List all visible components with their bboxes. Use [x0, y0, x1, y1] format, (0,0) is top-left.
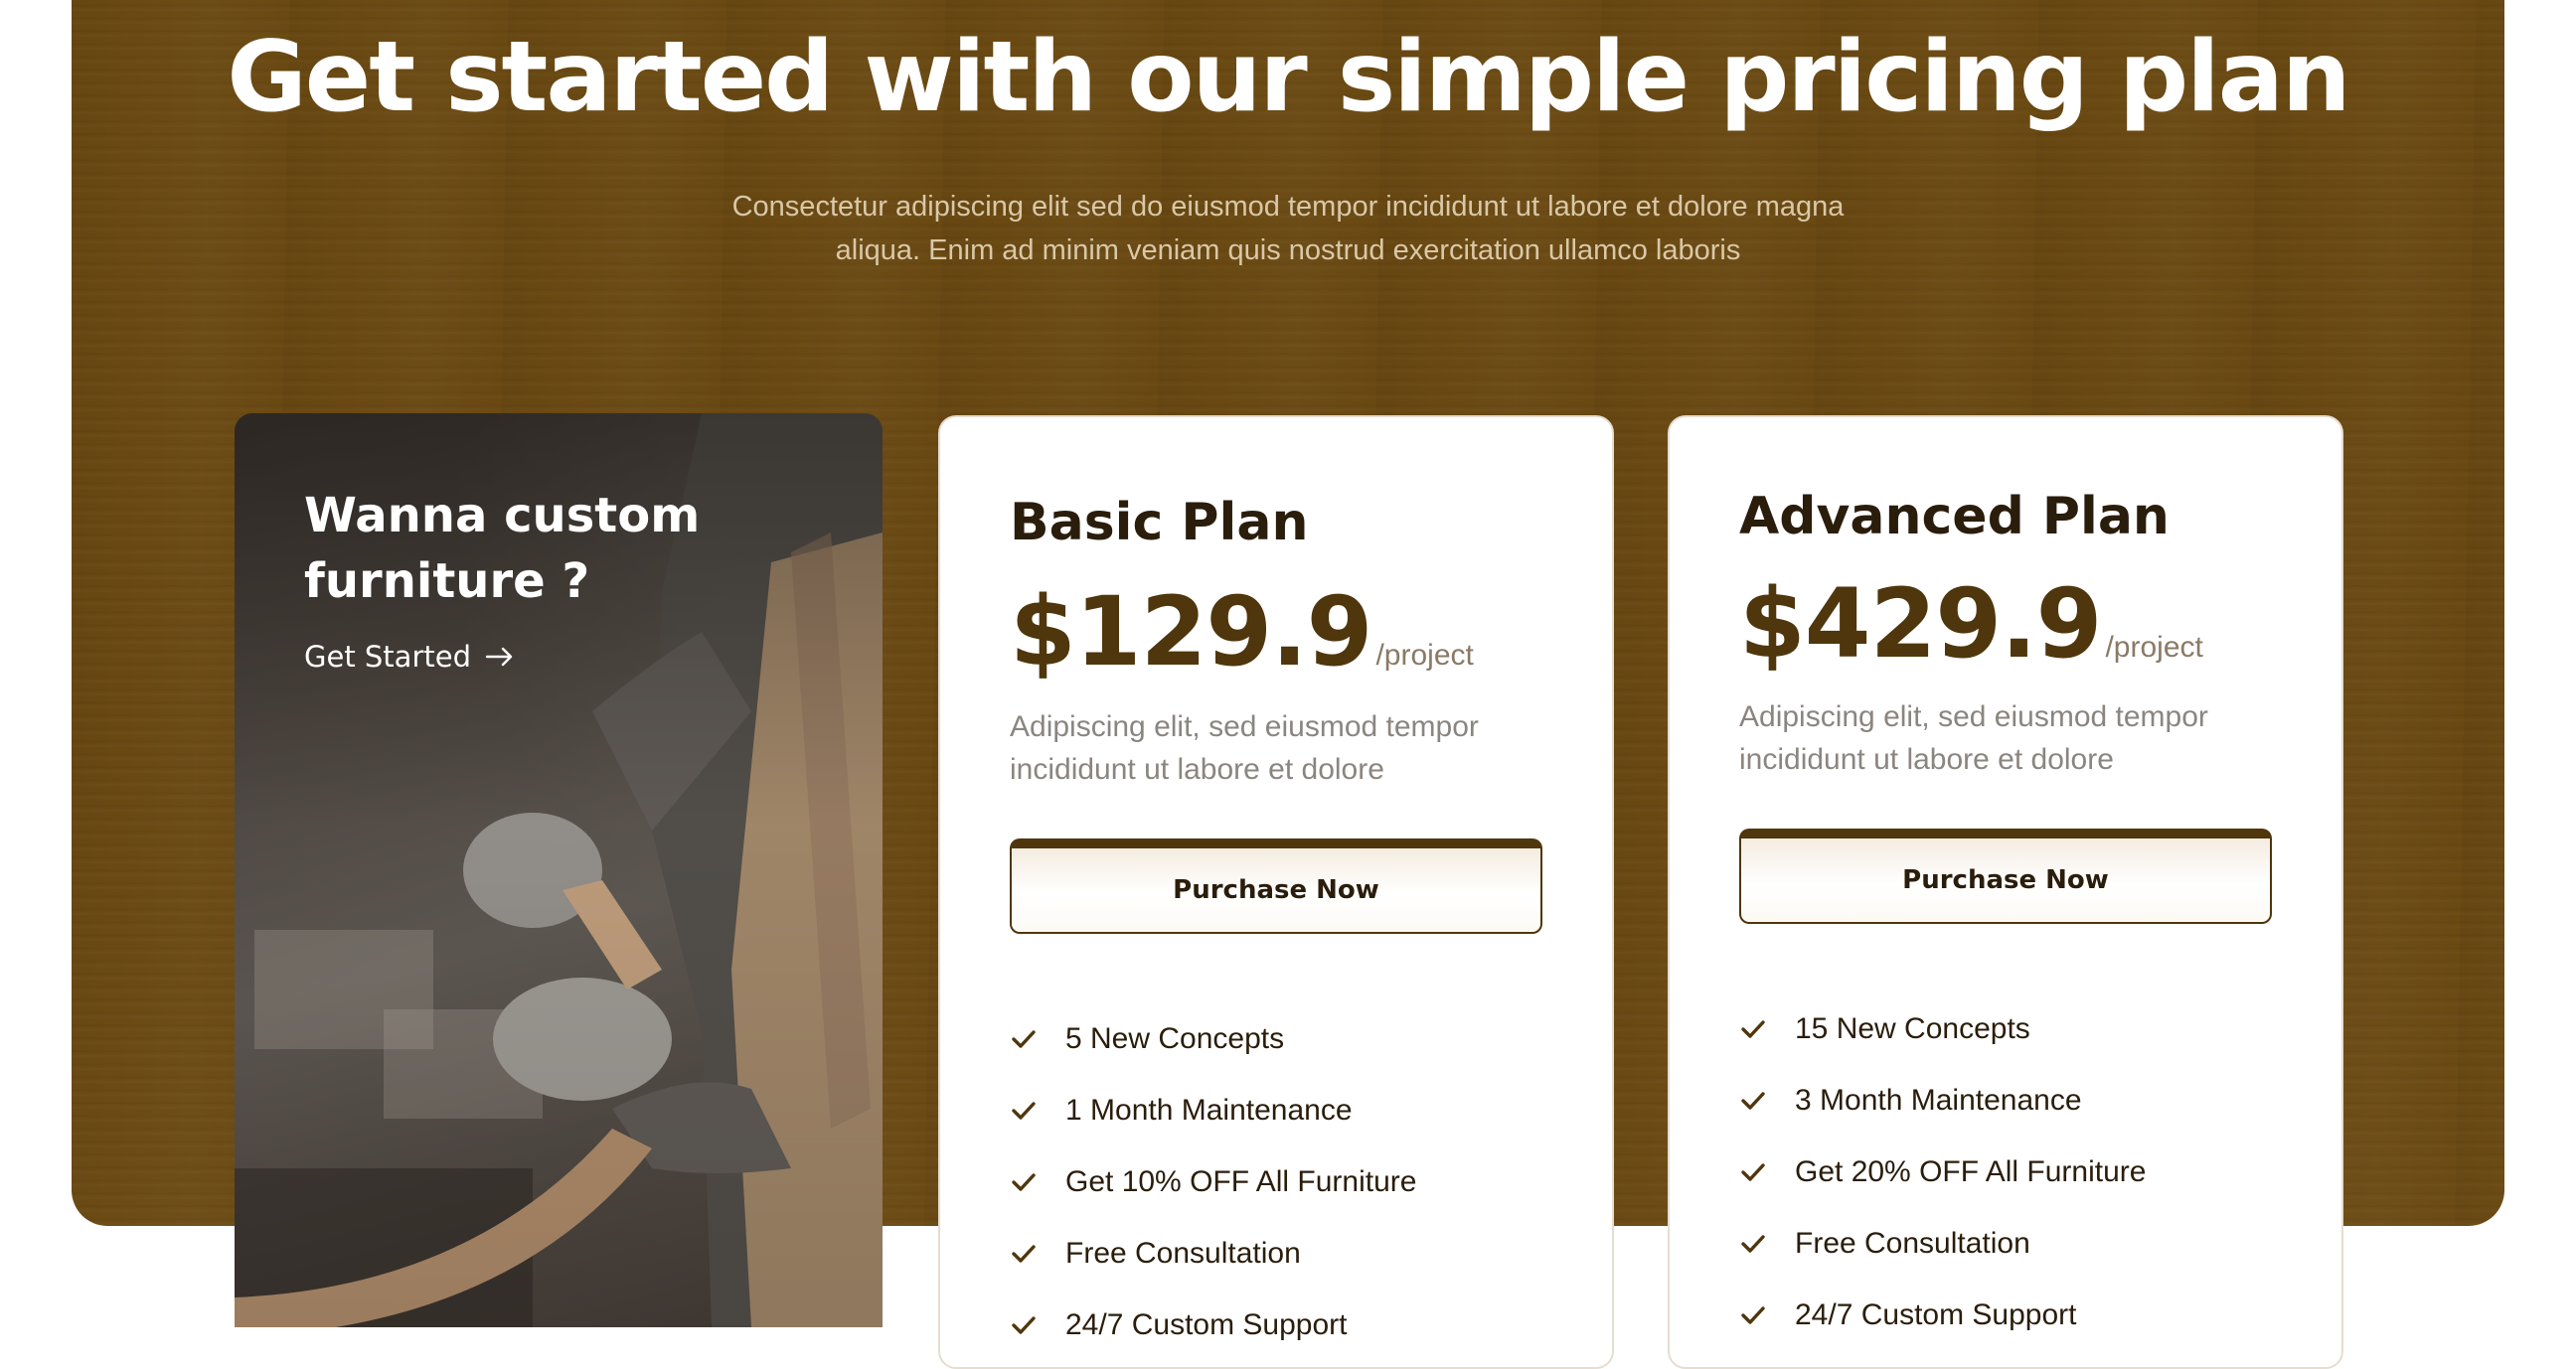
feature-list: 5 New Concepts 1 Month Maintenance Get 1…	[1010, 1003, 1416, 1361]
promo-title-line-1: Wanna custom	[304, 488, 701, 543]
feature-label: 3 Month Maintenance	[1795, 1084, 2082, 1117]
check-icon	[1741, 1163, 1765, 1181]
get-started-label: Get Started	[304, 640, 471, 674]
promo-title: Wanna custom furniture ?	[304, 483, 781, 614]
plan-description-line-2: incididunt ut labore et dolore	[1739, 743, 2114, 776]
section-subtitle: Consectetur adipiscing elit sed do eiusm…	[668, 185, 1908, 272]
feature-label: 24/7 Custom Support	[1795, 1298, 2077, 1331]
page-title: Get started with our simple pricing plan	[227, 21, 2350, 134]
feature-label: 1 Month Maintenance	[1065, 1094, 1353, 1127]
check-icon	[1012, 1316, 1036, 1334]
feature-item: Get 20% OFF All Furniture	[1739, 1137, 2146, 1208]
plan-description-line-1: Adipiscing elit, sed eiusmod tempor	[1010, 710, 1479, 743]
feature-label: Get 20% OFF All Furniture	[1795, 1155, 2147, 1188]
feature-item: 5 New Concepts	[1010, 1003, 1416, 1075]
feature-item: Free Consultation	[1739, 1208, 2146, 1280]
plan-name: Basic Plan	[1010, 493, 1309, 552]
purchase-now-button[interactable]: Purchase Now	[1010, 838, 1542, 934]
arrow-right-icon	[485, 647, 513, 667]
pricing-card-advanced: Advanced Plan $429.9 /project Adipiscing…	[1668, 415, 2343, 1369]
feature-label: Free Consultation	[1795, 1227, 2030, 1260]
plan-name: Advanced Plan	[1739, 487, 2170, 546]
price-unit: /project	[1375, 639, 1474, 672]
feature-item: 3 Month Maintenance	[1739, 1065, 2146, 1137]
plan-description: Adipiscing elit, sed eiusmod tempor inci…	[1010, 705, 1566, 791]
feature-item: 24/7 Custom Support	[1739, 1280, 2146, 1351]
feature-item: 24/7 Custom Support	[1010, 1290, 1416, 1361]
feature-label: 5 New Concepts	[1065, 1022, 1285, 1055]
price-row: $429.9 /project	[1739, 566, 2203, 682]
feature-label: Get 10% OFF All Furniture	[1065, 1165, 1417, 1198]
purchase-now-button[interactable]: Purchase Now	[1739, 829, 2272, 924]
plan-price: $429.9	[1739, 568, 2102, 680]
plan-description-line-2: incididunt ut labore et dolore	[1010, 753, 1384, 786]
feature-item: 15 New Concepts	[1739, 993, 2146, 1065]
feature-list: 15 New Concepts 3 Month Maintenance Get …	[1739, 993, 2146, 1351]
subtitle-line-2: aliqua. Enim ad minim veniam quis nostru…	[835, 234, 1741, 266]
check-icon	[1012, 1245, 1036, 1263]
plan-price: $129.9	[1010, 576, 1372, 687]
promo-title-line-2: furniture ?	[304, 553, 590, 609]
check-icon	[1741, 1020, 1765, 1038]
subtitle-line-1: Consectetur adipiscing elit sed do eiusm…	[731, 191, 1845, 223]
feature-label: Free Consultation	[1065, 1237, 1301, 1270]
price-row: $129.9 /project	[1010, 574, 1474, 689]
feature-item: 1 Month Maintenance	[1010, 1075, 1416, 1146]
feature-label: 15 New Concepts	[1795, 1012, 2030, 1045]
feature-item: Get 10% OFF All Furniture	[1010, 1146, 1416, 1218]
check-icon	[1012, 1173, 1036, 1191]
feature-item: Free Consultation	[1010, 1218, 1416, 1290]
check-icon	[1012, 1030, 1036, 1048]
check-icon	[1741, 1306, 1765, 1324]
check-icon	[1741, 1235, 1765, 1253]
get-started-link[interactable]: Get Started	[304, 640, 515, 674]
check-icon	[1012, 1102, 1036, 1120]
feature-label: 24/7 Custom Support	[1065, 1308, 1348, 1341]
check-icon	[1741, 1092, 1765, 1110]
custom-furniture-card: Wanna custom furniture ? Get Started	[235, 413, 883, 1327]
plan-description: Adipiscing elit, sed eiusmod tempor inci…	[1739, 695, 2296, 781]
plan-description-line-1: Adipiscing elit, sed eiusmod tempor	[1739, 700, 2208, 733]
price-unit: /project	[2105, 631, 2203, 664]
pricing-card-basic: Basic Plan $129.9 /project Adipiscing el…	[938, 415, 1614, 1369]
